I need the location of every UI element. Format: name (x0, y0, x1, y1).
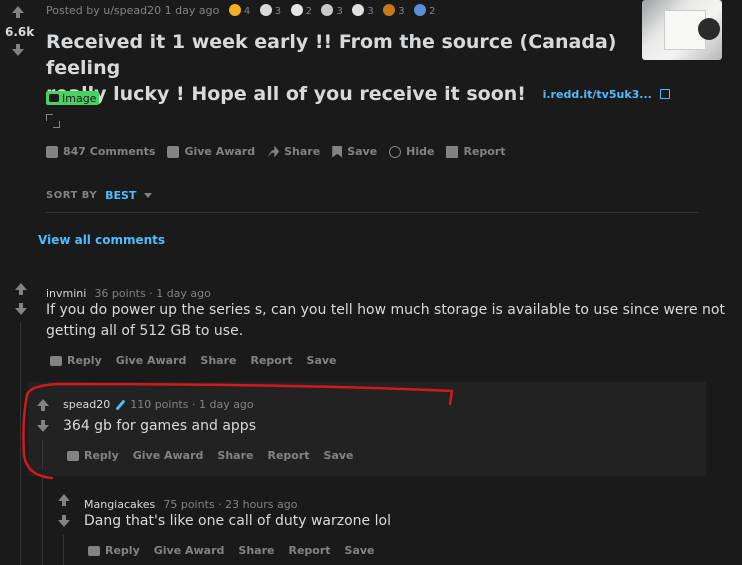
report-button[interactable]: Report (288, 544, 330, 557)
red-annotation-mark (22, 382, 454, 480)
thread-line[interactable] (63, 535, 64, 565)
comment-body: Dang that's like one call of duty warzon… (84, 513, 391, 529)
thread-line[interactable] (42, 478, 43, 565)
comment-icon (88, 545, 100, 556)
comment-author[interactable]: Mangiacakes (84, 498, 155, 511)
comment-downvote-button[interactable] (57, 515, 71, 529)
comment-actions: Reply Give Award Share Report Save (88, 544, 389, 557)
comment-meta: 75 points · 23 hours ago (163, 498, 298, 511)
save-button[interactable]: Save (345, 544, 375, 557)
share-button[interactable]: Share (238, 544, 274, 557)
give-award-button[interactable]: Give Award (154, 544, 225, 557)
comment-upvote-button[interactable] (57, 494, 71, 508)
reply-button[interactable]: Reply (88, 544, 140, 557)
